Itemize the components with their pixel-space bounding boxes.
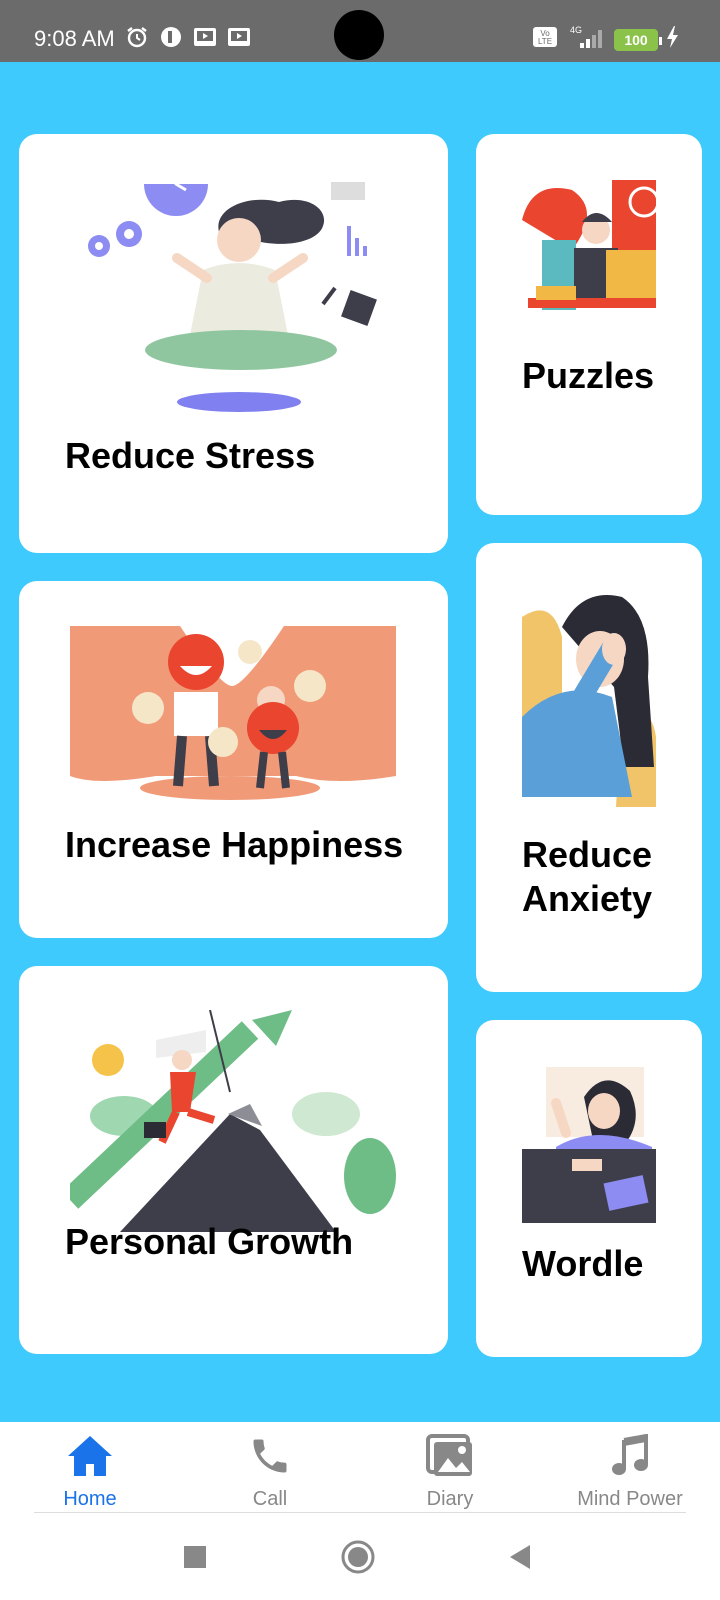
charging-icon — [666, 25, 680, 54]
home-icon — [66, 1432, 114, 1480]
card-increase-happiness[interactable]: Increase Happiness — [19, 581, 448, 938]
volte-icon: Vo LTE — [532, 25, 558, 54]
video-notification-icon — [192, 24, 218, 50]
app-notification-icon — [158, 24, 184, 50]
back-button[interactable] — [500, 1537, 540, 1577]
card-wordle[interactable]: Wordle — [476, 1020, 702, 1357]
card-title: Wordle — [522, 1243, 644, 1284]
camera-cutout — [334, 10, 384, 60]
system-navigation-bar — [0, 1513, 720, 1600]
nav-call[interactable]: Call — [180, 1422, 360, 1514]
nav-label: Diary — [426, 1488, 474, 1510]
puzzle-desk-illustration — [522, 180, 656, 332]
card-title: Increase Happiness — [65, 824, 404, 865]
anxious-woman-illustration — [522, 587, 656, 811]
nav-label: Call — [252, 1488, 288, 1510]
mountain-climb-illustration — [70, 1010, 396, 1232]
battery-indicator: 100 — [614, 28, 662, 51]
recent-apps-button[interactable] — [175, 1537, 215, 1577]
svg-text:4G: 4G — [570, 25, 582, 35]
alarm-icon — [124, 24, 150, 50]
reading-woman-illustration — [522, 1067, 656, 1223]
status-time: 9:08 AM — [34, 26, 115, 51]
phone-icon — [246, 1432, 294, 1480]
nav-label: Mind Power — [577, 1488, 683, 1510]
card-title: Reduce Stress — [65, 435, 316, 476]
card-title: Puzzles — [522, 355, 655, 396]
gallery-icon — [426, 1432, 474, 1480]
signal-icon: 4G — [566, 24, 606, 55]
nav-diary[interactable]: Diary — [360, 1422, 540, 1514]
nav-home[interactable]: Home — [0, 1422, 180, 1514]
card-title: Personal Growth — [65, 1221, 354, 1262]
card-title: Reduce Anxiety — [522, 834, 653, 919]
notification-icons — [124, 24, 252, 50]
happy-emoji-illustration — [70, 626, 396, 800]
status-bar: 9:08 AM Vo LTE 4G 100 — [0, 0, 720, 62]
nav-mind-power[interactable]: Mind Power — [540, 1422, 720, 1514]
home-button[interactable] — [338, 1537, 378, 1577]
svg-text:LTE: LTE — [538, 37, 552, 46]
card-personal-growth[interactable]: Personal Growth — [19, 966, 448, 1354]
system-status-icons: Vo LTE 4G 100 — [532, 24, 680, 55]
meditation-illustration — [88, 174, 377, 412]
music-note-icon — [606, 1432, 654, 1480]
nav-label: Home — [63, 1488, 117, 1510]
video-notification-icon-2 — [226, 24, 252, 50]
card-puzzles[interactable]: Puzzles — [476, 134, 702, 515]
card-reduce-stress[interactable]: Reduce Stress — [19, 134, 448, 553]
card-reduce-anxiety[interactable]: Reduce Anxiety — [476, 543, 702, 992]
bottom-navigation: Home Call Diary Mind Power — [0, 1422, 720, 1514]
